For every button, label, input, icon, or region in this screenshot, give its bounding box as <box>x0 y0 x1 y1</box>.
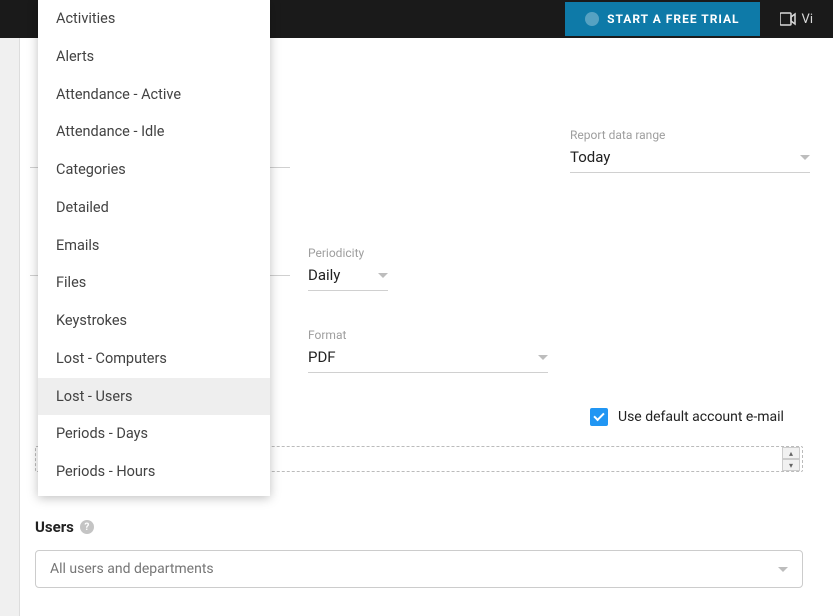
format-value: PDF <box>308 348 336 366</box>
format-label: Format <box>308 328 548 342</box>
left-gutter <box>0 38 20 616</box>
range-label: Report data range <box>570 128 810 142</box>
default-email-checkbox[interactable] <box>590 408 608 426</box>
dropdown-item[interactable]: Periods - Weekdays <box>38 491 270 496</box>
stepper-down-button[interactable]: ▾ <box>782 459 800 471</box>
range-value-row: Today <box>570 144 810 173</box>
default-email-label: Use default account e-mail <box>618 409 784 425</box>
format-value-row: PDF <box>308 344 548 373</box>
dropdown-item[interactable]: Keystrokes <box>38 302 270 340</box>
report-data-range-field[interactable]: Report data range Today <box>570 128 810 173</box>
help-icon[interactable]: ? <box>80 520 94 534</box>
dropdown-item[interactable]: Emails <box>38 227 270 265</box>
dropdown-item[interactable]: Periods - Hours <box>38 453 270 491</box>
users-heading: Users ? <box>35 518 803 536</box>
dropdown-item[interactable]: Lost - Users <box>38 378 270 416</box>
users-section: Users ? All users and departments <box>35 518 803 588</box>
periodicity-value-row: Daily <box>308 262 388 291</box>
dropdown-item[interactable]: Activities <box>38 0 270 38</box>
stepper-up-button[interactable]: ▴ <box>782 447 800 459</box>
start-trial-label: START A FREE TRIAL <box>607 12 739 26</box>
dropdown-item[interactable]: Attendance - Idle <box>38 113 270 151</box>
stepper: ▴ ▾ <box>782 447 800 471</box>
dropdown-item[interactable]: Files <box>38 264 270 302</box>
dropdown-item[interactable]: Alerts <box>38 38 270 76</box>
range-value: Today <box>570 148 610 166</box>
users-select-placeholder: All users and departments <box>50 561 214 577</box>
users-heading-text: Users <box>35 518 74 536</box>
periodicity-value: Daily <box>308 266 340 284</box>
default-email-row: Use default account e-mail <box>590 408 784 426</box>
dropdown-item[interactable]: Attendance - Active <box>38 76 270 114</box>
periodicity-field[interactable]: Periodicity Daily <box>308 246 388 291</box>
video-icon <box>780 12 796 26</box>
topbar-right-link[interactable]: Vi <box>780 12 813 27</box>
dropdown-item[interactable]: Periods - Days <box>38 415 270 453</box>
users-select[interactable]: All users and departments <box>35 550 803 588</box>
dropdown-item[interactable]: Detailed <box>38 189 270 227</box>
dropdown-scroll[interactable]: ActivitiesAlertsAttendance - ActiveAtten… <box>38 0 270 496</box>
report-type-dropdown: ActivitiesAlertsAttendance - ActiveAtten… <box>38 0 270 496</box>
dropdown-item[interactable]: Lost - Computers <box>38 340 270 378</box>
start-trial-button[interactable]: START A FREE TRIAL <box>565 2 759 36</box>
periodicity-label: Periodicity <box>308 246 388 260</box>
clock-icon <box>585 12 599 26</box>
chevron-down-icon <box>538 355 548 360</box>
dropdown-item[interactable]: Categories <box>38 151 270 189</box>
chevron-down-icon <box>378 273 388 278</box>
chevron-down-icon <box>800 155 810 160</box>
format-field[interactable]: Format PDF <box>308 328 548 373</box>
chevron-down-icon <box>778 567 788 572</box>
check-icon <box>593 410 604 421</box>
topbar-right-label: Vi <box>802 12 813 27</box>
